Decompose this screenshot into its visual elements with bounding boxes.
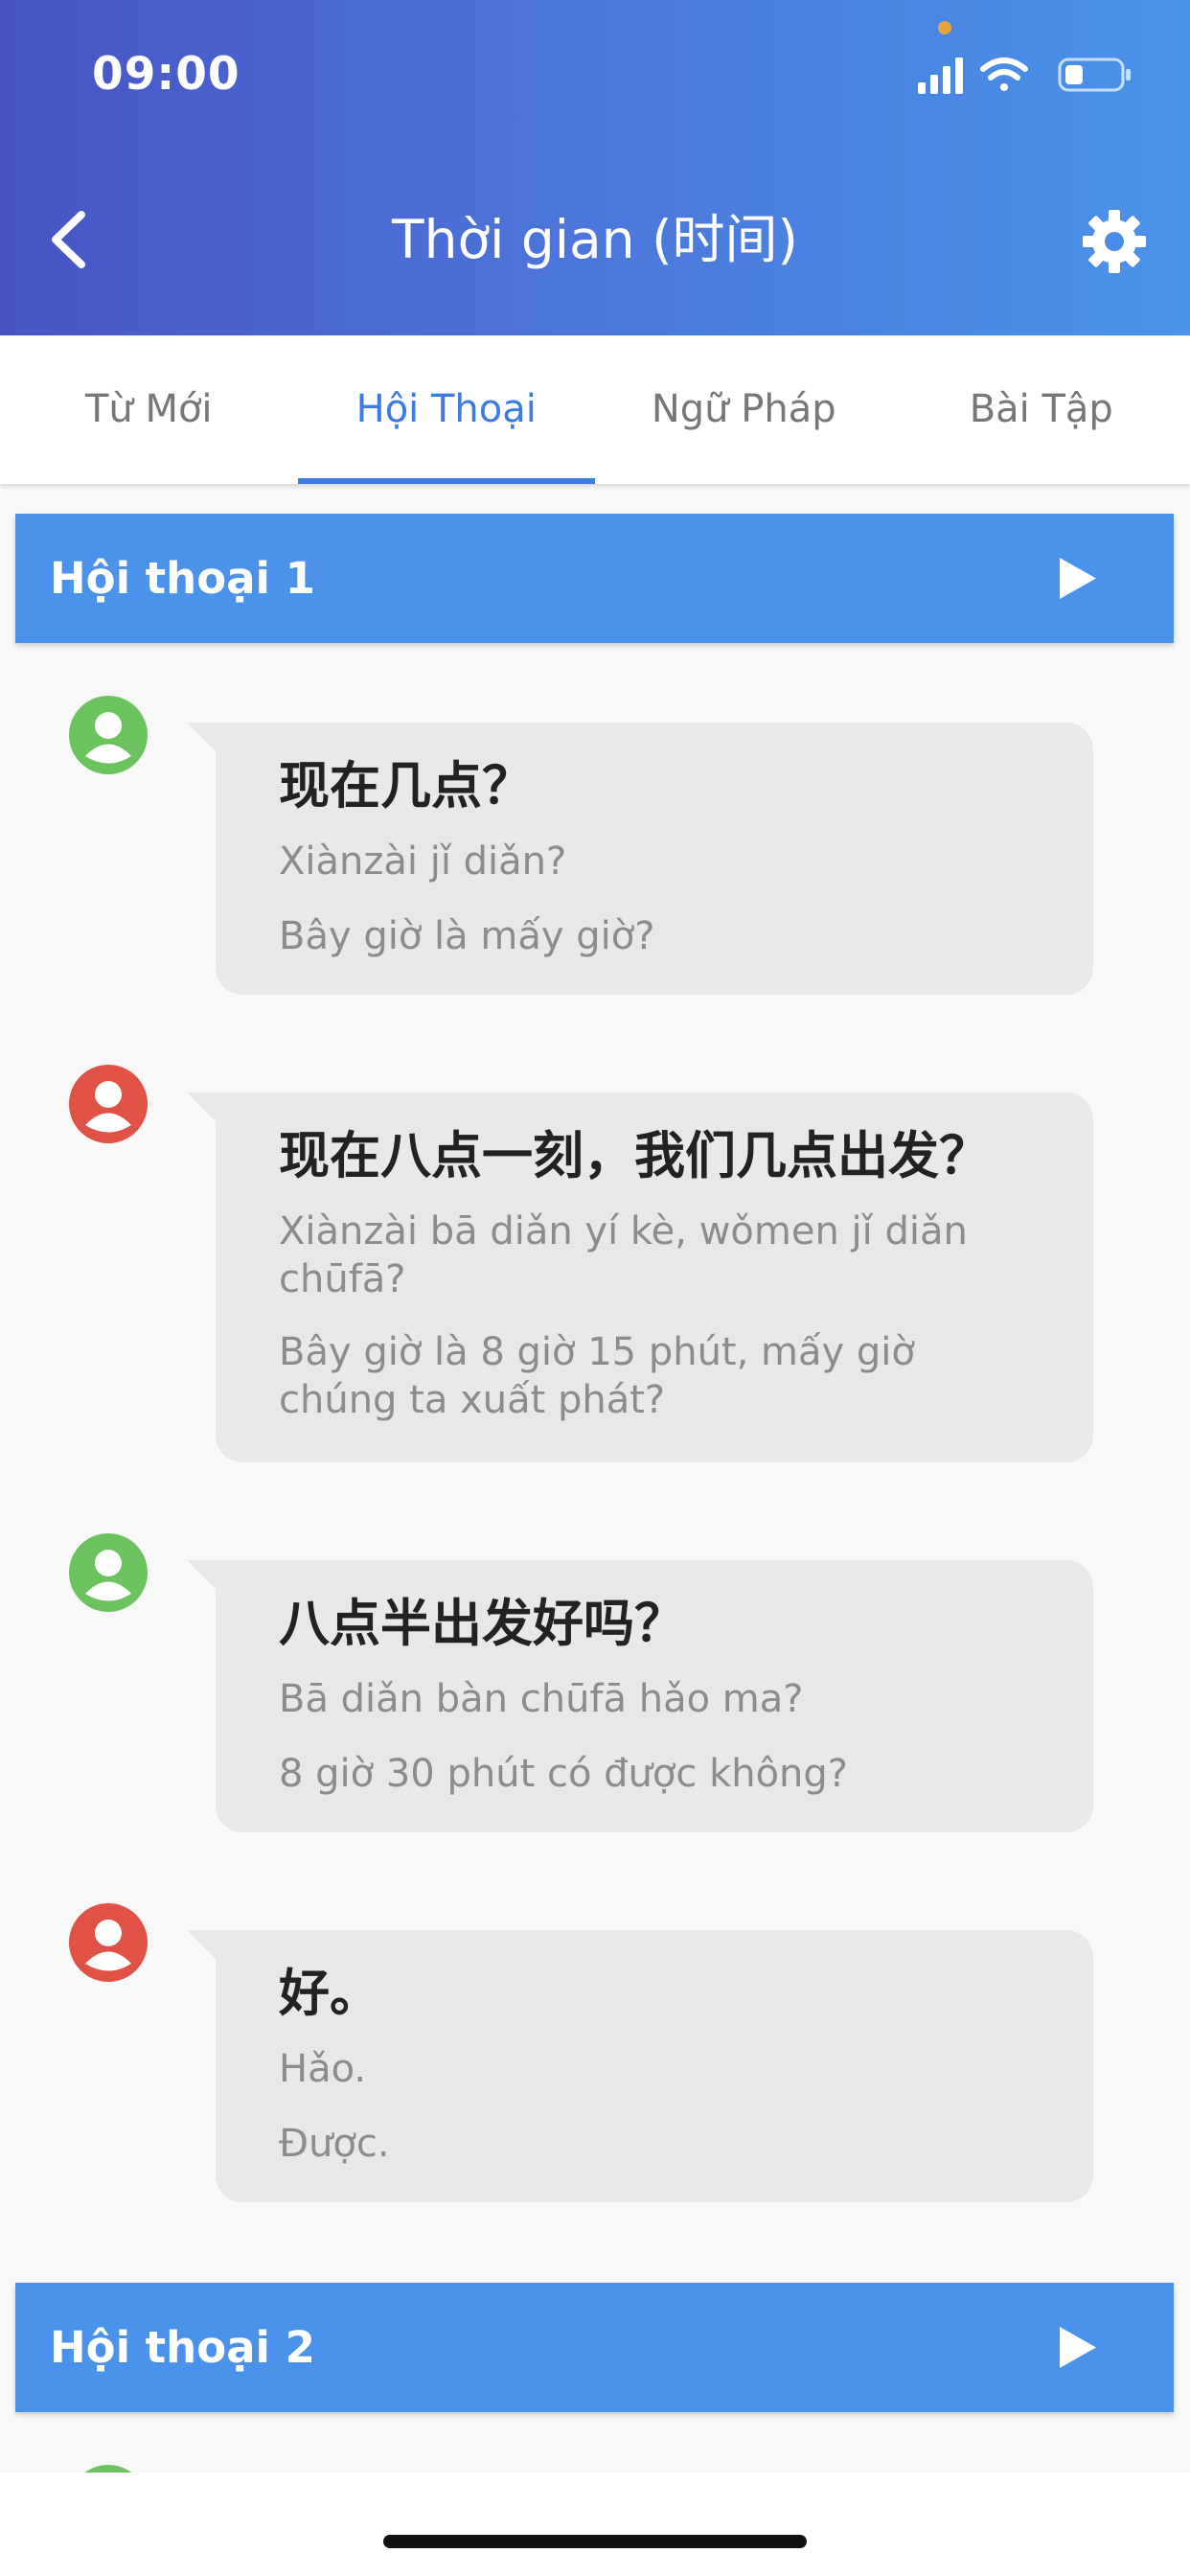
play-icon — [1060, 558, 1096, 599]
pinyin-text: Hǎo. — [279, 2047, 367, 2091]
status-icons — [918, 58, 1131, 94]
speaker-avatar-green — [69, 696, 148, 774]
chinese-text: 好。 — [279, 1964, 380, 2023]
section-title: Hội thoại 2 — [50, 2322, 315, 2373]
dialogue-bubble: 好。 Hǎo. Được. — [187, 1930, 1093, 2202]
tab-bar: Từ Mới Hội Thoại Ngữ Pháp Bài Tập — [0, 335, 1190, 484]
home-indicator[interactable] — [383, 2535, 807, 2548]
gear-icon — [1083, 210, 1146, 273]
translation-text: Được. — [279, 2122, 390, 2166]
chinese-text: 现在几点？ — [279, 756, 533, 816]
chinese-text: 现在八点一刻，我们几点出发？ — [279, 1126, 990, 1185]
privacy-indicator-dot — [938, 21, 951, 34]
speaker-avatar-red — [69, 1065, 148, 1143]
play-button[interactable] — [1050, 552, 1108, 605]
status-time: 09:00 — [92, 48, 240, 101]
signal-icon — [918, 58, 963, 94]
battery-icon — [1058, 58, 1131, 92]
translation-text: Bây giờ là 8 giờ 15 phút, mấy giờ chúng … — [279, 1330, 915, 1422]
dialogue-bubble: 八点半出发好吗？ Bā diǎn bàn chūfā hǎo ma? 8 giờ… — [187, 1560, 1093, 1832]
tab-grammar[interactable]: Ngữ Pháp — [595, 335, 893, 484]
section-title: Hội thoại 1 — [50, 553, 315, 604]
translation-text: Bây giờ là mấy giờ? — [279, 914, 655, 958]
pinyin-text: Xiànzài bā diǎn yí kè, wǒmen jǐ diǎn chū… — [279, 1209, 968, 1301]
tab-exercises[interactable]: Bài Tập — [893, 335, 1190, 484]
user-avatar-icon — [69, 696, 148, 774]
dialogue-bubble: 现在几点？ Xiànzài jǐ diǎn? Bây giờ là mấy gi… — [187, 723, 1093, 995]
dialogue-bubble: 现在八点一刻，我们几点出发？ Xiànzài bā diǎn yí kè, wǒ… — [187, 1092, 1093, 1462]
page-title: Thời gian (时间) — [391, 209, 799, 270]
play-button[interactable] — [1050, 2321, 1108, 2374]
tab-new-words[interactable]: Từ Mới — [0, 335, 298, 484]
pinyin-text: Xiànzài jǐ diǎn? — [279, 840, 567, 884]
bottom-safe-area — [0, 2472, 1190, 2576]
dialogue-section-header-2[interactable]: Hội thoại 2 — [15, 2283, 1174, 2412]
pinyin-text: Bā diǎn bàn chūfā hǎo ma? — [279, 1677, 804, 1721]
wifi-icon — [980, 58, 1028, 91]
play-icon — [1060, 2327, 1096, 2368]
app-header: 09:00 Thời gian (时间) — [0, 0, 1190, 335]
dialogue-section-header-1[interactable]: Hội thoại 1 — [15, 514, 1174, 643]
settings-button[interactable] — [1081, 208, 1148, 275]
user-avatar-icon — [69, 1065, 148, 1143]
translation-text: 8 giờ 30 phút có được không? — [279, 1752, 849, 1796]
chinese-text: 八点半出发好吗？ — [279, 1594, 685, 1653]
user-avatar-icon — [69, 1533, 148, 1612]
tab-dialogue[interactable]: Hội Thoại — [297, 335, 596, 484]
user-avatar-icon — [69, 1903, 148, 1982]
speaker-avatar-green — [69, 1533, 148, 1612]
speaker-avatar-red — [69, 1903, 148, 1982]
